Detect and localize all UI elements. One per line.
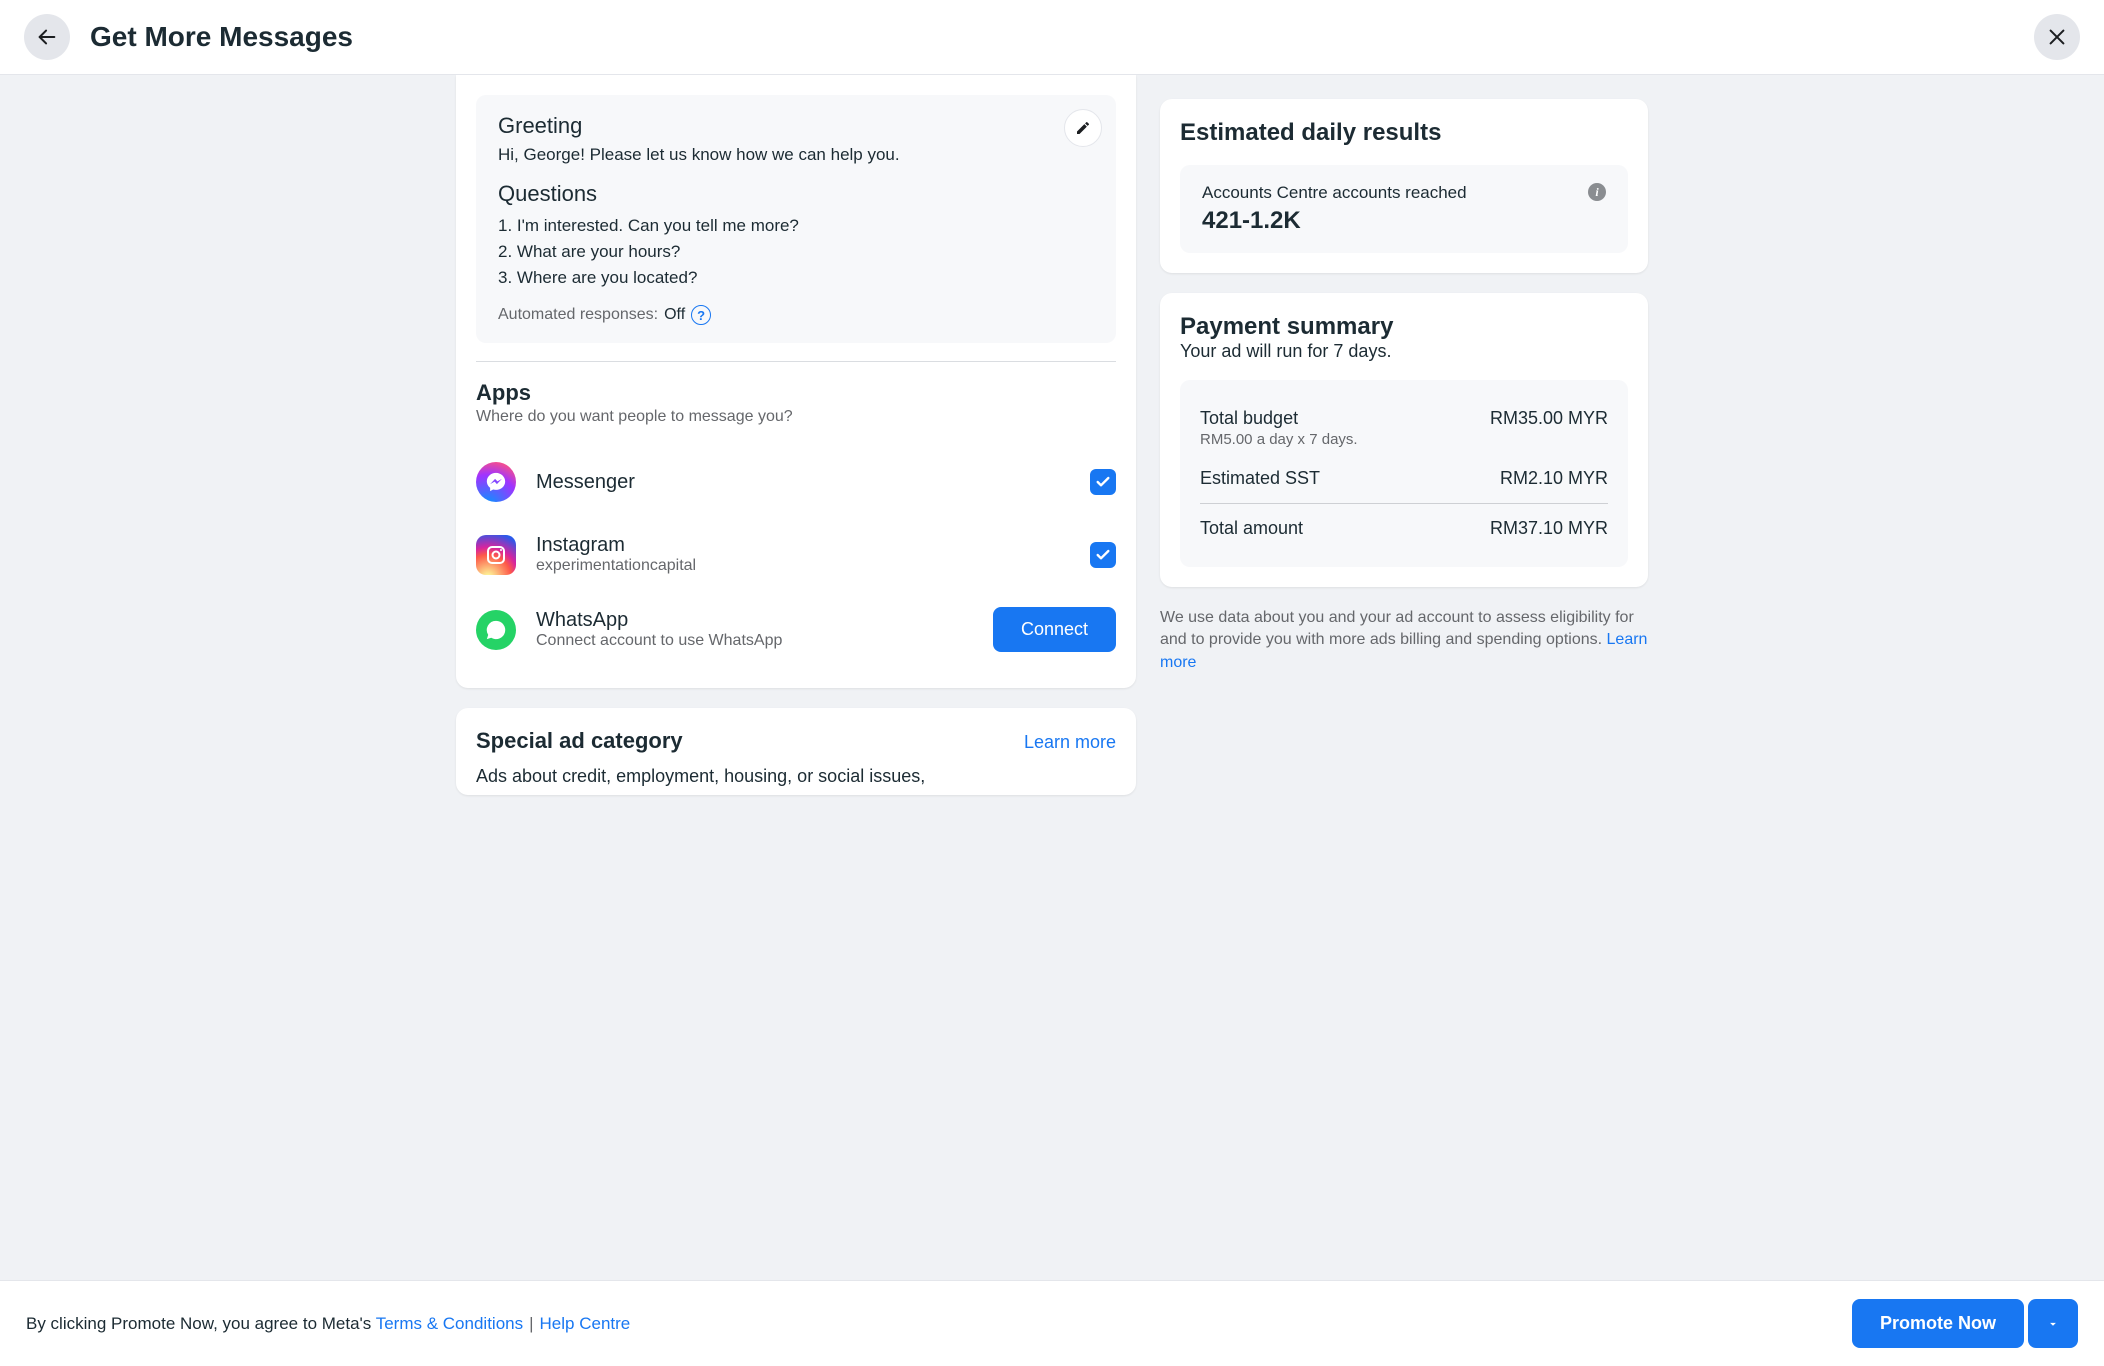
divider (476, 361, 1116, 362)
disclaimer-text: We use data about you and your ad accoun… (1160, 609, 1634, 648)
total-label: Total amount (1200, 518, 1303, 539)
app-name-messenger: Messenger (536, 471, 635, 494)
budget-line: Total budget RM5.00 a day x 7 days. RM35… (1200, 398, 1608, 458)
info-icon[interactable]: i (1588, 183, 1606, 201)
sst-line: Estimated SST RM2.10 MYR (1200, 458, 1608, 499)
modal-footer: By clicking Promote Now, you agree to Me… (0, 1280, 2104, 1366)
back-button[interactable] (24, 14, 70, 60)
app-name-instagram: Instagram (536, 534, 696, 557)
automated-responses-value: Off (664, 306, 685, 324)
total-amount: RM37.10 MYR (1490, 518, 1608, 539)
question-item: What are your hours? (498, 239, 1094, 265)
budget-amount: RM35.00 MYR (1490, 408, 1608, 429)
edit-greeting-button[interactable] (1064, 109, 1102, 147)
sst-label: Estimated SST (1200, 468, 1320, 489)
metric-label: Accounts Centre accounts reached (1202, 183, 1467, 203)
special-category-desc: Ads about credit, employment, housing, o… (476, 766, 1116, 787)
footer-agreement-text: By clicking Promote Now, you agree to Me… (26, 1314, 630, 1334)
page-title: Get More Messages (90, 21, 353, 53)
question-item: I'm interested. Can you tell me more? (498, 213, 1094, 239)
terms-link[interactable]: Terms & Conditions (376, 1314, 523, 1333)
greeting-box: Greeting Hi, George! Please let us know … (476, 95, 1116, 343)
total-line: Total amount RM37.10 MYR (1200, 508, 1608, 549)
footer-separator: | (529, 1314, 533, 1333)
app-row-instagram: Instagram experimentationcapital (476, 518, 1116, 591)
help-icon[interactable]: ? (691, 305, 711, 325)
questions-title: Questions (498, 181, 1094, 207)
automated-responses-label: Automated responses: (498, 306, 658, 324)
close-button[interactable] (2034, 14, 2080, 60)
app-sub-whatsapp: Connect account to use WhatsApp (536, 632, 782, 650)
app-row-whatsapp: WhatsApp Connect account to use WhatsApp… (476, 591, 1116, 668)
whatsapp-connect-button[interactable]: Connect (993, 607, 1116, 652)
pencil-icon (1075, 120, 1091, 136)
modal-header: Get More Messages (0, 0, 2104, 75)
special-ad-category-card: Special ad category Learn more Ads about… (456, 708, 1136, 795)
app-name-whatsapp: WhatsApp (536, 609, 782, 632)
message-template-card: Greeting Hi, George! Please let us know … (456, 75, 1136, 688)
apps-title: Apps (476, 380, 1116, 406)
help-centre-link[interactable]: Help Centre (540, 1314, 631, 1333)
promote-dropdown-button[interactable] (2028, 1299, 2078, 1348)
results-metric-box: Accounts Centre accounts reached 421-1.2… (1180, 165, 1628, 253)
payment-box: Total budget RM5.00 a day x 7 days. RM35… (1180, 380, 1628, 567)
promote-now-button[interactable]: Promote Now (1852, 1299, 2024, 1348)
automated-responses-row: Automated responses: Off ? (498, 305, 1094, 325)
app-row-messenger: Messenger (476, 446, 1116, 518)
question-item: Where are you located? (498, 265, 1094, 291)
messenger-checkbox[interactable] (1090, 469, 1116, 495)
arrow-left-icon (36, 26, 58, 48)
budget-label: Total budget (1200, 408, 1358, 429)
metric-value: 421-1.2K (1202, 207, 1467, 235)
estimated-results-card: Estimated daily results Accounts Centre … (1160, 99, 1648, 273)
caret-down-icon (2046, 1317, 2060, 1331)
payment-divider (1200, 503, 1608, 504)
app-sub-instagram: experimentationcapital (536, 557, 696, 575)
budget-sub: RM5.00 a day x 7 days. (1200, 431, 1358, 448)
check-icon (1095, 474, 1111, 490)
special-learn-more-link[interactable]: Learn more (1024, 732, 1116, 753)
payment-title: Payment summary (1180, 313, 1628, 341)
payment-summary-card: Payment summary Your ad will run for 7 d… (1160, 293, 1648, 587)
instagram-icon (476, 535, 516, 575)
results-title: Estimated daily results (1180, 119, 1628, 147)
messenger-icon (476, 462, 516, 502)
payment-subtitle: Your ad will run for 7 days. (1180, 341, 1628, 362)
check-icon (1095, 547, 1111, 563)
billing-disclaimer: We use data about you and your ad accoun… (1160, 607, 1648, 674)
sst-amount: RM2.10 MYR (1500, 468, 1608, 489)
footer-prefix: By clicking Promote Now, you agree to Me… (26, 1314, 376, 1333)
questions-list: I'm interested. Can you tell me more? Wh… (498, 213, 1094, 291)
greeting-text: Hi, George! Please let us know how we ca… (498, 145, 1094, 165)
close-icon (2046, 26, 2068, 48)
whatsapp-icon (476, 610, 516, 650)
instagram-checkbox[interactable] (1090, 542, 1116, 568)
special-category-title: Special ad category (476, 728, 683, 754)
apps-subtitle: Where do you want people to message you? (476, 408, 1116, 426)
greeting-title: Greeting (498, 113, 1094, 139)
